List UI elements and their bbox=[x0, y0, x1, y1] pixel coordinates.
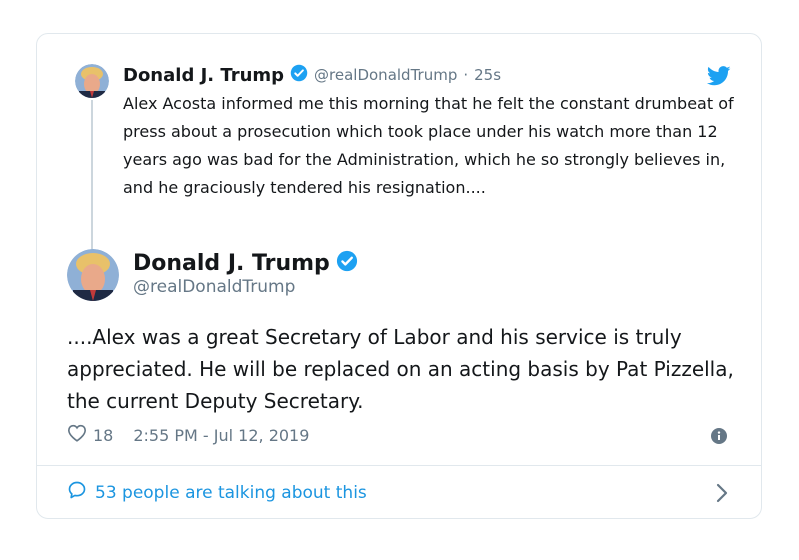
tweet-timestamp[interactable]: 2:55 PM - Jul 12, 2019 bbox=[133, 426, 309, 445]
author-handle[interactable]: @realDonaldTrump bbox=[133, 277, 295, 297]
verified-badge-icon bbox=[336, 250, 358, 276]
tweet-text: ....Alex was a great Secretary of Labor … bbox=[67, 325, 734, 413]
comment-bubble-icon bbox=[67, 480, 87, 505]
verified-badge-icon bbox=[290, 64, 308, 86]
footer-divider bbox=[37, 465, 761, 466]
author-avatar[interactable] bbox=[67, 249, 119, 301]
twitter-bird-icon[interactable] bbox=[706, 66, 731, 86]
author-name-row: Donald J. Trump bbox=[133, 250, 358, 276]
parent-tweet-header: Donald J. Trump @realDonaldTrump · 25s bbox=[123, 63, 501, 87]
talking-about-label[interactable]: 53 people are talking about this bbox=[95, 483, 367, 503]
author-name[interactable]: Donald J. Trump bbox=[133, 251, 330, 276]
tweet-embed-card: Donald J. Trump @realDonaldTrump · 25s A… bbox=[36, 33, 762, 519]
parent-avatar[interactable] bbox=[75, 64, 109, 98]
parent-author-name[interactable]: Donald J. Trump bbox=[123, 65, 284, 86]
tweet-meta: 18 2:55 PM - Jul 12, 2019 bbox=[67, 424, 309, 446]
header-separator: · bbox=[463, 66, 469, 84]
thread-connector-line bbox=[91, 100, 93, 250]
parent-tweet-text: Alex Acosta informed me this morning tha… bbox=[123, 94, 734, 197]
parent-author-handle[interactable]: @realDonaldTrump bbox=[314, 66, 457, 84]
like-count[interactable]: 18 bbox=[93, 426, 113, 445]
parent-tweet-time[interactable]: 25s bbox=[474, 66, 501, 84]
conversation-link[interactable]: 53 people are talking about this bbox=[67, 480, 367, 505]
chevron-right-icon[interactable] bbox=[715, 482, 729, 504]
heart-icon[interactable] bbox=[67, 424, 87, 446]
info-icon[interactable] bbox=[711, 428, 727, 444]
